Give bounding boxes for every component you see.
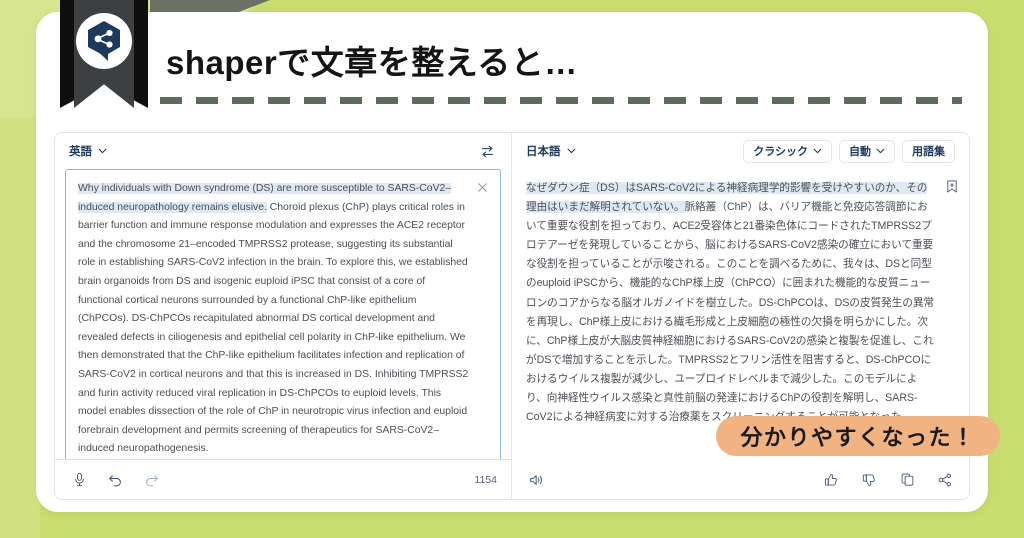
source-footer: 1154 — [55, 459, 511, 499]
copy-icon — [901, 473, 913, 486]
glossary-button[interactable]: 用語集 — [902, 139, 955, 163]
save-translation-button[interactable] — [943, 178, 960, 195]
copy-button[interactable] — [897, 470, 917, 490]
style-label: クラシック — [753, 146, 808, 158]
chevron-down-icon — [567, 148, 575, 154]
share-button[interactable] — [935, 470, 955, 490]
source-pane: 英語 Why individuals with Down syndrome (D… — [55, 133, 512, 499]
thumbs-up-button[interactable] — [821, 470, 841, 490]
source-language-label: 英語 — [69, 146, 92, 158]
tone-label: 自動 — [849, 146, 871, 158]
style-selector[interactable]: クラシック — [743, 139, 832, 163]
chevron-down-icon — [98, 148, 107, 154]
source-text: Why individuals with Down syndrome (DS) … — [78, 180, 470, 459]
target-footer — [512, 459, 969, 499]
title-dashed-divider — [160, 97, 962, 104]
thumbs-down-button[interactable] — [859, 470, 879, 490]
chevron-down-icon — [876, 148, 885, 154]
listen-button[interactable] — [526, 470, 546, 490]
source-text-rest: Choroid plexus (ChP) plays critical role… — [78, 201, 469, 455]
microphone-button[interactable] — [69, 470, 89, 490]
tone-selector[interactable]: 自動 — [839, 139, 895, 163]
swap-languages-button[interactable] — [477, 141, 497, 161]
swap-languages-icon — [481, 145, 493, 157]
glossary-label: 用語集 — [912, 146, 945, 158]
chevron-down-icon — [813, 148, 822, 154]
logo-circle — [76, 13, 132, 69]
source-textbox[interactable]: Why individuals with Down syndrome (DS) … — [65, 169, 501, 459]
brand-ribbon — [60, 0, 148, 108]
share-icon — [938, 473, 951, 486]
share-network-hexagon-logo-icon — [88, 21, 120, 61]
thumbs-down-icon — [862, 473, 875, 486]
background-left-band — [0, 118, 40, 538]
bookmark-add-icon — [946, 180, 957, 193]
thumbs-up-icon — [824, 473, 837, 486]
target-language-selector[interactable]: 日本語 — [526, 143, 576, 159]
source-header: 英語 — [55, 133, 511, 169]
target-text: なぜダウン症（DS）はSARS-CoV2による神経病理学的影響を受けやすいのか、… — [526, 179, 935, 427]
page-title: shaperで文章を整えると… — [166, 44, 578, 81]
undo-icon — [108, 474, 121, 486]
callout-badge: 分かりやすくなった！ — [716, 416, 1000, 456]
character-count: 1154 — [474, 473, 497, 486]
target-header: 日本語 クラシック 自動 用語集 — [512, 133, 969, 169]
microphone-icon — [74, 472, 84, 487]
target-header-controls: クラシック 自動 用語集 — [743, 139, 955, 163]
speaker-icon — [529, 474, 542, 485]
redo-icon — [145, 474, 158, 486]
feedback-actions — [821, 470, 955, 490]
source-language-selector[interactable]: 英語 — [69, 143, 107, 159]
redo-button[interactable] — [141, 470, 161, 490]
close-icon — [478, 183, 487, 192]
clear-source-button[interactable] — [474, 179, 491, 196]
target-text-rest: 脈絡叢（ChP）は、バリア機能と免疫応答調節において重要な役割を担っており、AC… — [526, 201, 935, 424]
target-language-label: 日本語 — [526, 146, 561, 158]
undo-button[interactable] — [105, 470, 125, 490]
